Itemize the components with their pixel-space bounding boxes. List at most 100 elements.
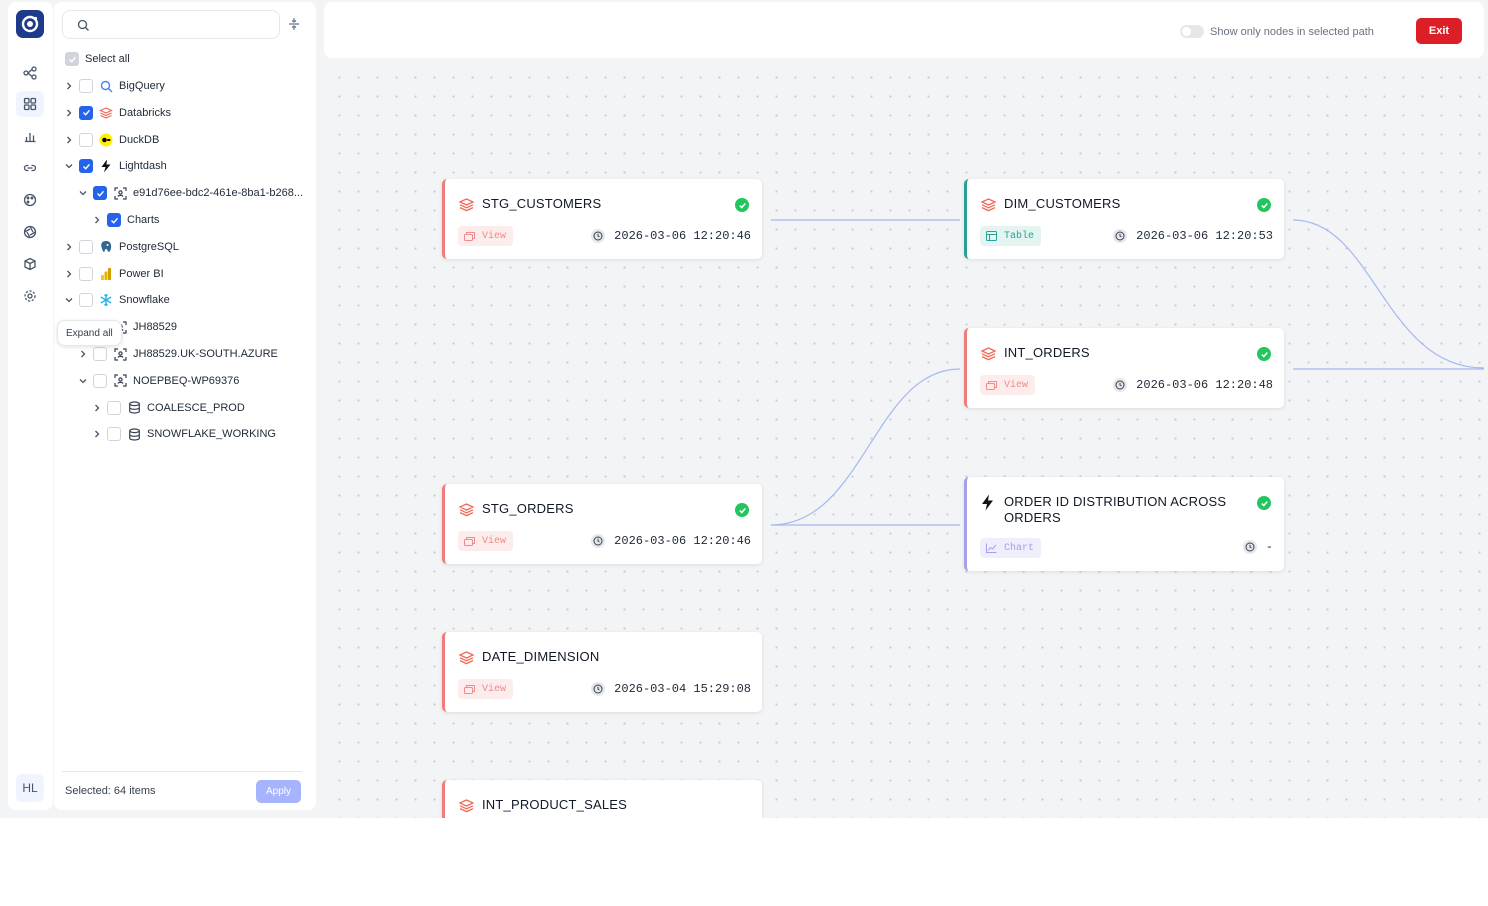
- node-type-badge: View: [458, 679, 514, 699]
- tree-item-checkbox[interactable]: [79, 132, 93, 147]
- tree-item-checkbox[interactable]: [107, 427, 121, 442]
- tree-item-checkbox[interactable]: [93, 347, 107, 361]
- node-timestamp: 2026-03-06 12:20:46: [591, 534, 751, 548]
- lineage-canvas[interactable]: STG_CUSTOMERS View 2026-03-06 12:20:46 DIM_…: [324, 60, 1484, 818]
- cube-icon[interactable]: [16, 251, 44, 277]
- lineage-node[interactable]: INT_PRODUCT_SALES: [442, 780, 762, 818]
- chevron-right-icon[interactable]: [90, 213, 104, 227]
- clock-icon: [1242, 540, 1257, 554]
- lineage-node[interactable]: ORDER ID DISTRIBUTION ACROSS ORDERS Chart…: [964, 477, 1284, 571]
- view-type-icon: [464, 684, 482, 694]
- tree-item-checkbox[interactable]: [93, 186, 107, 201]
- gear-icon[interactable]: [16, 283, 44, 309]
- tree-item[interactable]: JH88529.UK-SOUTH.AZURE: [76, 343, 278, 365]
- chevron-right-icon[interactable]: [62, 106, 76, 120]
- chevron-down-icon[interactable]: [76, 374, 90, 388]
- tree-item[interactable]: PostgreSQL: [62, 236, 179, 258]
- avatar[interactable]: HL: [16, 774, 44, 802]
- aperture-icon[interactable]: [16, 219, 44, 245]
- node-timestamp-value: 2026-03-06 12:20:53: [1136, 229, 1273, 243]
- select-all-label: Select all: [85, 53, 130, 65]
- node-timestamp-value: -: [1265, 540, 1273, 554]
- tree-item-label: JH88529.UK-SOUTH.AZURE: [133, 348, 278, 360]
- chevron-right-icon[interactable]: [62, 133, 76, 147]
- scan-icon: [113, 186, 127, 200]
- search-input[interactable]: [99, 15, 275, 35]
- select-all-row[interactable]: Select all: [65, 48, 130, 70]
- chevron-down-icon[interactable]: [76, 186, 90, 200]
- node-timestamp-value: 2026-03-06 12:20:46: [614, 229, 751, 243]
- chevron-right-icon[interactable]: [90, 427, 104, 441]
- success-check-icon: [1257, 198, 1271, 212]
- tree-item-checkbox[interactable]: [79, 79, 93, 93]
- tree-item[interactable]: COALESCE_PROD: [90, 397, 245, 419]
- tree-item-checkbox[interactable]: [107, 400, 121, 415]
- tree-item[interactable]: BigQuery: [62, 75, 165, 97]
- collapse-all-icon[interactable]: [286, 16, 302, 32]
- exit-button[interactable]: Exit: [1416, 18, 1462, 44]
- lineage-node[interactable]: INT_ORDERS View 2026-03-06 12:20:48: [964, 328, 1284, 408]
- tree-item-label: Power BI: [119, 267, 164, 280]
- grid-icon[interactable]: [16, 91, 44, 117]
- tree-item[interactable]: NOEPBEQ-WP69376: [76, 370, 239, 392]
- tree-item-label: Lightdash: [119, 160, 167, 173]
- lineage-node[interactable]: STG_ORDERS View 2026-03-06 12:20:46: [442, 484, 762, 564]
- tree-item-checkbox[interactable]: [79, 293, 93, 308]
- node-title: ORDER ID DISTRIBUTION ACROSS ORDERS: [1004, 494, 1227, 525]
- tree-item[interactable]: Snowflake: [62, 289, 170, 311]
- success-check-icon: [1257, 347, 1271, 361]
- tree-item-checkbox[interactable]: [79, 105, 93, 120]
- selected-path-toggle[interactable]: [1180, 25, 1204, 38]
- tree-item-checkbox[interactable]: [107, 213, 121, 227]
- tree-item[interactable]: DuckDB: [62, 129, 159, 151]
- canvas-toolbar: Show only nodes in selected path Exit: [324, 2, 1484, 58]
- node-timestamp: 2026-03-06 12:20:53: [1113, 229, 1273, 243]
- filter-panel: Expand all Select all BigQuery Databricks…: [54, 2, 316, 810]
- select-all-checkbox[interactable]: [65, 52, 79, 66]
- chevron-right-icon[interactable]: [62, 79, 76, 93]
- view-type-icon: [464, 536, 482, 546]
- node-type-badge: View: [458, 531, 514, 551]
- tree-item-checkbox[interactable]: [79, 239, 93, 254]
- app-logo-icon[interactable]: [16, 10, 44, 38]
- chevron-right-icon[interactable]: [62, 267, 76, 281]
- bar-chart-icon[interactable]: [16, 123, 44, 149]
- node-type-label: Table: [1004, 230, 1035, 242]
- tree-item[interactable]: Power BI: [62, 263, 164, 285]
- lineage-node[interactable]: STG_CUSTOMERS View 2026-03-06 12:20:46: [442, 179, 762, 259]
- palette-icon[interactable]: [16, 187, 44, 213]
- tree-item-checkbox[interactable]: [79, 266, 93, 281]
- node-type-label: Chart: [1004, 542, 1035, 554]
- node-type-label: View: [482, 683, 507, 695]
- clock-icon: [1113, 229, 1128, 243]
- chevron-down-icon[interactable]: [62, 293, 76, 307]
- clock-icon: [591, 229, 606, 243]
- node-timestamp-value: 2026-03-06 12:20:48: [1136, 378, 1273, 392]
- node-title: STG_ORDERS: [482, 501, 574, 516]
- tree-item-checkbox[interactable]: [93, 373, 107, 388]
- scan-icon: [113, 374, 127, 388]
- chevron-right-icon[interactable]: [76, 347, 90, 361]
- tree-item-checkbox[interactable]: [79, 159, 93, 174]
- tree-item[interactable]: Databricks: [62, 102, 171, 124]
- node-type-badge: View: [980, 375, 1036, 395]
- lineage-icon[interactable]: [16, 60, 44, 86]
- tree-item[interactable]: Charts: [90, 209, 159, 231]
- chevron-down-icon[interactable]: [62, 159, 76, 173]
- apply-button[interactable]: Apply: [256, 780, 301, 803]
- node-title: DATE_DIMENSION: [482, 649, 600, 664]
- table-type-icon: [986, 231, 1004, 241]
- tree-item[interactable]: e91d76ee-bdc2-461e-8ba1-b268...: [76, 182, 303, 204]
- lineage-node[interactable]: DIM_CUSTOMERS Table 2026-03-06 12:20:53: [964, 179, 1284, 259]
- tree-item-label: NOEPBEQ-WP69376: [133, 374, 240, 387]
- tree-item[interactable]: SNOWFLAKE_WORKING: [90, 423, 276, 445]
- clock-icon: [1113, 378, 1128, 392]
- lineage-node[interactable]: DATE_DIMENSION View 2026-03-04 15:29:08: [442, 632, 762, 712]
- view-type-icon: [986, 380, 1004, 390]
- chevron-right-icon[interactable]: [62, 240, 76, 254]
- chart-type-icon: [986, 543, 1004, 553]
- chevron-right-icon[interactable]: [90, 401, 104, 415]
- layers-icon: [980, 196, 997, 213]
- link-icon[interactable]: [16, 155, 44, 181]
- tree-item[interactable]: Lightdash: [62, 155, 167, 177]
